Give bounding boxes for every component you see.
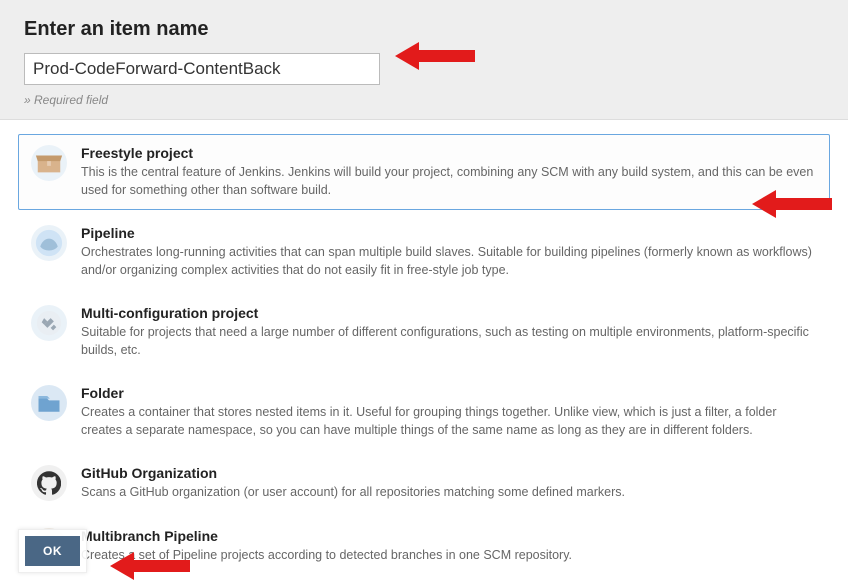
option-title: Folder bbox=[81, 385, 817, 401]
new-item-header: Enter an item name » Required field bbox=[0, 0, 848, 120]
github-icon bbox=[31, 465, 67, 501]
option-title: GitHub Organization bbox=[81, 465, 817, 481]
pipeline-icon bbox=[31, 225, 67, 261]
option-githuborg[interactable]: GitHub Organization Scans a GitHub organ… bbox=[18, 454, 830, 513]
wrench-icon bbox=[31, 305, 67, 341]
option-title: Multi-configuration project bbox=[81, 305, 817, 321]
option-title: Multibranch Pipeline bbox=[81, 528, 817, 544]
option-multibranch[interactable]: Multibranch Pipeline Creates a set of Pi… bbox=[18, 517, 830, 576]
folder-icon bbox=[31, 385, 67, 421]
ok-button[interactable]: OK bbox=[25, 536, 80, 566]
option-desc: Creates a set of Pipeline projects accor… bbox=[81, 547, 817, 565]
option-folder[interactable]: Folder Creates a container that stores n… bbox=[18, 374, 830, 450]
option-title: Pipeline bbox=[81, 225, 817, 241]
page-title: Enter an item name bbox=[24, 18, 824, 41]
option-freestyle[interactable]: Freestyle project This is the central fe… bbox=[18, 134, 830, 210]
box-icon bbox=[31, 145, 67, 181]
option-desc: This is the central feature of Jenkins. … bbox=[81, 164, 817, 199]
option-title: Freestyle project bbox=[81, 145, 817, 161]
option-desc: Suitable for projects that need a large … bbox=[81, 324, 817, 359]
option-multiconfig[interactable]: Multi-configuration project Suitable for… bbox=[18, 294, 830, 370]
option-desc: Orchestrates long-running activities tha… bbox=[81, 244, 817, 279]
item-name-input[interactable] bbox=[24, 53, 380, 85]
option-desc: Scans a GitHub organization (or user acc… bbox=[81, 484, 817, 502]
option-desc: Creates a container that stores nested i… bbox=[81, 404, 817, 439]
footer-bar: OK bbox=[18, 529, 87, 573]
option-pipeline[interactable]: Pipeline Orchestrates long-running activ… bbox=[18, 214, 830, 290]
item-type-list: Freestyle project This is the central fe… bbox=[0, 120, 848, 575]
required-field-note: » Required field bbox=[24, 93, 824, 107]
